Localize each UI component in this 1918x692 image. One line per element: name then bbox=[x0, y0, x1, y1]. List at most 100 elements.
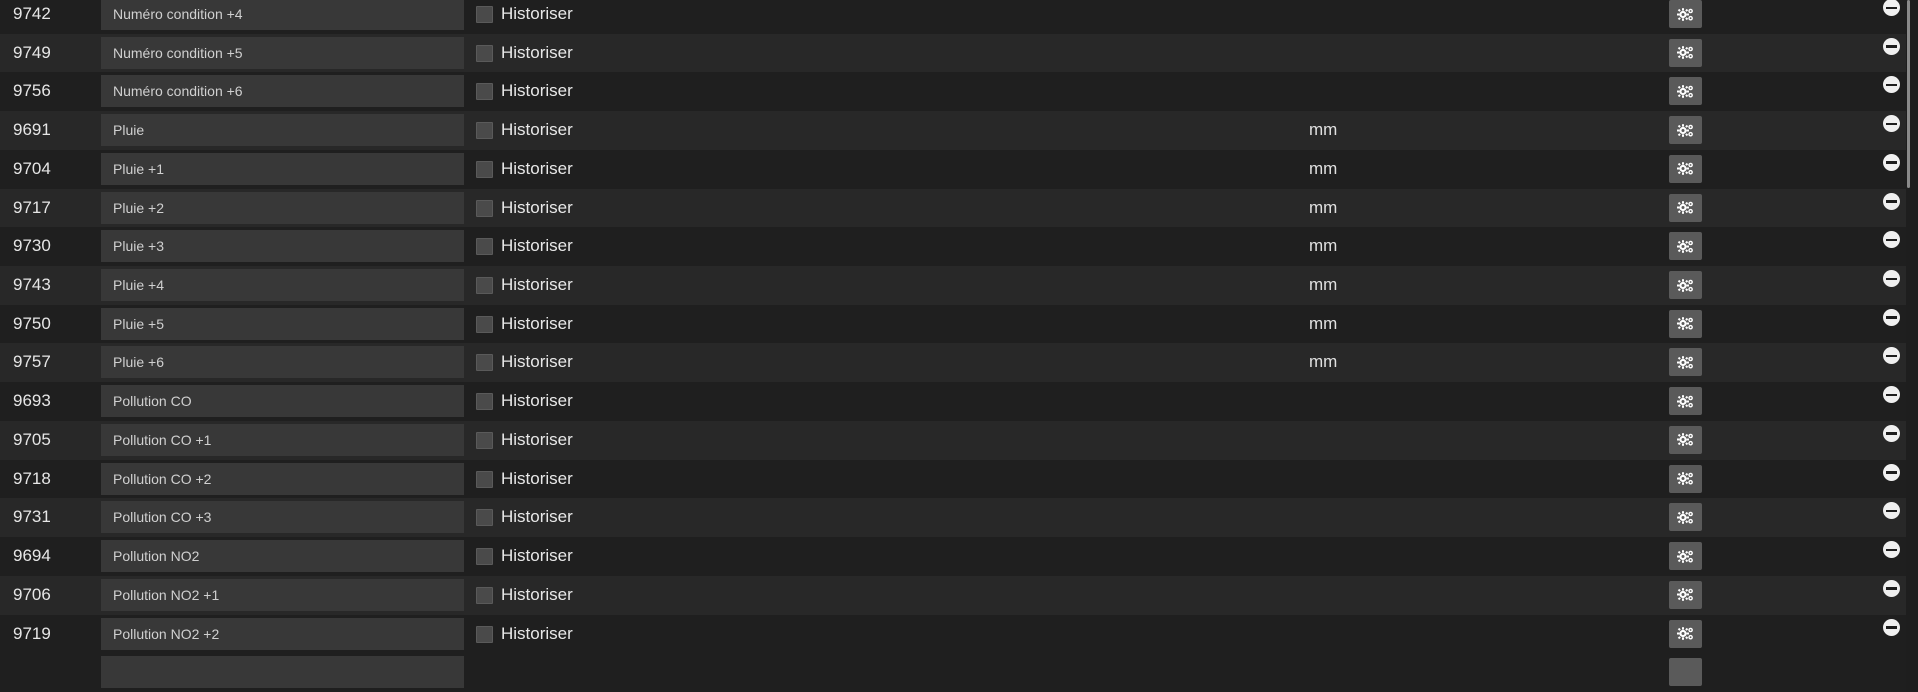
command-name-input[interactable] bbox=[101, 385, 464, 418]
historize-checkbox[interactable] bbox=[476, 431, 493, 449]
configure-button[interactable] bbox=[1669, 542, 1702, 571]
historize-checkbox[interactable] bbox=[476, 354, 493, 372]
cogs-icon-svg bbox=[1677, 85, 1693, 98]
configure-button[interactable] bbox=[1669, 425, 1702, 454]
historize-label: Historiser bbox=[501, 275, 573, 295]
command-id: 9719 bbox=[13, 623, 51, 643]
cogs-icon-svg bbox=[1677, 201, 1693, 214]
command-name-input[interactable] bbox=[101, 462, 464, 495]
configure-button[interactable] bbox=[1669, 116, 1702, 145]
command-id: 9749 bbox=[13, 42, 51, 62]
minus-circle-icon[interactable] bbox=[1883, 386, 1900, 404]
historize-label: Historiser bbox=[501, 546, 573, 566]
historize-checkbox[interactable] bbox=[476, 44, 493, 62]
historize-checkbox[interactable] bbox=[476, 586, 493, 604]
configure-button[interactable] bbox=[1669, 658, 1702, 687]
historize-label: Historiser bbox=[501, 236, 573, 256]
minus-circle-icon[interactable] bbox=[1883, 541, 1900, 559]
command-name-input[interactable] bbox=[101, 307, 464, 340]
historize-checkbox[interactable] bbox=[476, 509, 493, 527]
historize-checkbox[interactable] bbox=[476, 470, 493, 488]
vertical-scrollbar[interactable] bbox=[1907, 0, 1910, 188]
minus-circle-icon[interactable] bbox=[1883, 192, 1900, 210]
minus-circle-icon[interactable] bbox=[1883, 502, 1900, 520]
historize-checkbox[interactable] bbox=[476, 199, 493, 217]
command-name-input[interactable] bbox=[101, 0, 464, 30]
configure-button[interactable] bbox=[1669, 232, 1702, 261]
cogs-icon bbox=[1677, 316, 1694, 331]
table-row: 9750 Historiser mm bbox=[0, 304, 1906, 344]
historize-label: Historiser bbox=[501, 81, 573, 101]
command-id: 9743 bbox=[13, 275, 51, 295]
historize-checkbox[interactable] bbox=[476, 83, 493, 101]
historize-checkbox[interactable] bbox=[476, 548, 493, 566]
configure-button[interactable] bbox=[1669, 154, 1702, 183]
minus-circle-icon[interactable] bbox=[1883, 76, 1900, 94]
command-name-input[interactable] bbox=[101, 269, 464, 302]
configure-button[interactable] bbox=[1669, 38, 1702, 67]
cogs-icon-svg bbox=[1677, 278, 1693, 292]
configure-button[interactable] bbox=[1669, 0, 1702, 28]
table-row: 9743 Historiser mm bbox=[0, 266, 1906, 305]
configure-button[interactable] bbox=[1669, 619, 1702, 648]
configure-button[interactable] bbox=[1669, 387, 1702, 416]
table-row: 9691 Historiser mm bbox=[0, 111, 1906, 150]
minus-circle-icon[interactable] bbox=[1883, 347, 1900, 365]
historize-checkbox[interactable] bbox=[476, 238, 493, 256]
unit-label: mm bbox=[1309, 313, 1338, 333]
table-row: 9694 Historiser bbox=[0, 537, 1906, 576]
minus-circle-icon[interactable] bbox=[1883, 0, 1900, 16]
table-row-partial bbox=[0, 653, 1906, 692]
command-name-input[interactable] bbox=[101, 152, 464, 185]
historize-checkbox[interactable] bbox=[476, 277, 493, 295]
configure-button[interactable] bbox=[1669, 77, 1702, 106]
command-name-input[interactable] bbox=[101, 656, 464, 689]
historize-checkbox[interactable] bbox=[476, 315, 493, 333]
historize-checkbox[interactable] bbox=[476, 122, 493, 140]
configure-button[interactable] bbox=[1669, 503, 1702, 532]
command-name-input[interactable] bbox=[101, 114, 464, 147]
command-name-input[interactable] bbox=[101, 578, 464, 611]
cogs-icon-svg bbox=[1677, 394, 1693, 408]
cogs-icon-svg bbox=[1677, 317, 1693, 331]
historize-checkbox[interactable] bbox=[476, 6, 493, 23]
minus-circle-icon[interactable] bbox=[1883, 270, 1900, 288]
minus-circle-icon[interactable] bbox=[1883, 115, 1900, 133]
minus-circle-icon[interactable] bbox=[1883, 153, 1900, 171]
table-row: 9731 Historiser bbox=[0, 498, 1906, 538]
historize-checkbox[interactable] bbox=[476, 625, 493, 643]
command-name-input[interactable] bbox=[101, 230, 464, 263]
configure-button[interactable] bbox=[1669, 271, 1702, 300]
minus-circle-icon[interactable] bbox=[1883, 579, 1900, 597]
configure-button[interactable] bbox=[1669, 348, 1702, 377]
minus-circle-icon[interactable] bbox=[1883, 37, 1900, 55]
historize-checkbox[interactable] bbox=[476, 393, 493, 411]
cogs-icon bbox=[1677, 587, 1694, 602]
cogs-icon bbox=[1677, 123, 1694, 138]
command-id: 9706 bbox=[13, 584, 51, 604]
command-name-input[interactable] bbox=[101, 75, 464, 108]
minus-circle-icon[interactable] bbox=[1883, 618, 1900, 636]
command-name-input[interactable] bbox=[101, 36, 464, 69]
command-name-input[interactable] bbox=[101, 617, 464, 650]
historize-checkbox[interactable] bbox=[476, 160, 493, 178]
minus-circle-icon[interactable] bbox=[1883, 231, 1900, 249]
configure-button[interactable] bbox=[1669, 309, 1702, 338]
table-row: 9757 Historiser mm bbox=[0, 343, 1906, 383]
unit-label: mm bbox=[1309, 158, 1338, 178]
unit-label: mm bbox=[1309, 236, 1338, 256]
configure-button[interactable] bbox=[1669, 193, 1702, 222]
historize-label: Historiser bbox=[501, 197, 573, 217]
table-row: 9718 Historiser bbox=[0, 459, 1906, 499]
command-name-input[interactable] bbox=[101, 501, 464, 534]
configure-button[interactable] bbox=[1669, 464, 1702, 493]
minus-circle-icon[interactable] bbox=[1883, 463, 1900, 481]
minus-circle-icon[interactable] bbox=[1883, 308, 1900, 326]
command-name-input[interactable] bbox=[101, 540, 464, 573]
command-name-input[interactable] bbox=[101, 423, 464, 456]
minus-circle-icon[interactable] bbox=[1883, 424, 1900, 442]
configure-button[interactable] bbox=[1669, 580, 1702, 609]
command-name-input[interactable] bbox=[101, 191, 464, 224]
cogs-icon-svg bbox=[1677, 356, 1693, 369]
command-name-input[interactable] bbox=[101, 346, 464, 379]
